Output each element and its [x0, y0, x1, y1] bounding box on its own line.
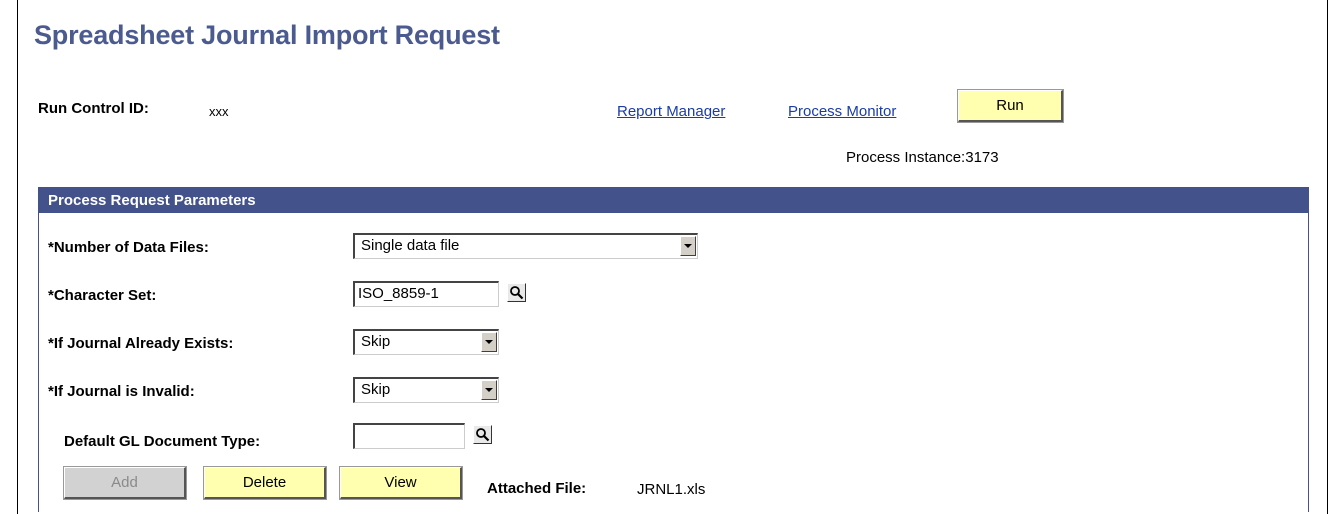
- run-button[interactable]: Run: [957, 89, 1064, 123]
- add-button[interactable]: Add: [63, 466, 187, 500]
- delete-button[interactable]: Delete: [203, 466, 327, 500]
- number-of-data-files-label: *Number of Data Files:: [48, 239, 209, 256]
- attached-file-label: Attached File:: [487, 480, 587, 497]
- panel-header: Process Request Parameters: [39, 188, 1308, 213]
- process-monitor-link[interactable]: Process Monitor: [788, 103, 896, 120]
- doc-type-label: Default GL Document Type:: [64, 433, 261, 450]
- page-title: Spreadsheet Journal Import Request: [34, 20, 500, 50]
- character-set-label: *Character Set:: [48, 287, 157, 304]
- chevron-down-icon[interactable]: [680, 236, 696, 256]
- magnifier-icon: [476, 428, 490, 442]
- magnifier-icon: [510, 286, 524, 300]
- view-button[interactable]: View: [339, 466, 463, 500]
- character-set-input[interactable]: ISO_8859-1: [353, 281, 499, 307]
- chevron-down-icon[interactable]: [481, 332, 497, 352]
- process-instance: Process Instance:3173: [846, 149, 999, 166]
- report-manager-link[interactable]: Report Manager: [617, 103, 725, 120]
- journal-invalid-value: Skip: [361, 381, 391, 398]
- doc-type-lookup-button[interactable]: [473, 425, 492, 444]
- run-control-value: xxx: [209, 104, 229, 119]
- number-of-data-files-value: Single data file: [361, 237, 460, 254]
- doc-type-input[interactable]: [353, 423, 465, 449]
- chevron-down-icon[interactable]: [481, 380, 497, 400]
- journal-exists-select[interactable]: Skip: [353, 329, 499, 355]
- journal-invalid-select[interactable]: Skip: [353, 377, 499, 403]
- journal-exists-label: *If Journal Already Exists:: [48, 335, 234, 352]
- attached-file-value: JRNL1.xls: [637, 481, 706, 498]
- number-of-data-files-select[interactable]: Single data file: [353, 233, 698, 259]
- journal-exists-value: Skip: [361, 333, 391, 350]
- character-set-lookup-button[interactable]: [507, 283, 526, 302]
- character-set-value: ISO_8859-1: [358, 285, 439, 302]
- journal-invalid-label: *If Journal is Invalid:: [48, 383, 195, 400]
- run-control-label: Run Control ID:: [38, 100, 149, 117]
